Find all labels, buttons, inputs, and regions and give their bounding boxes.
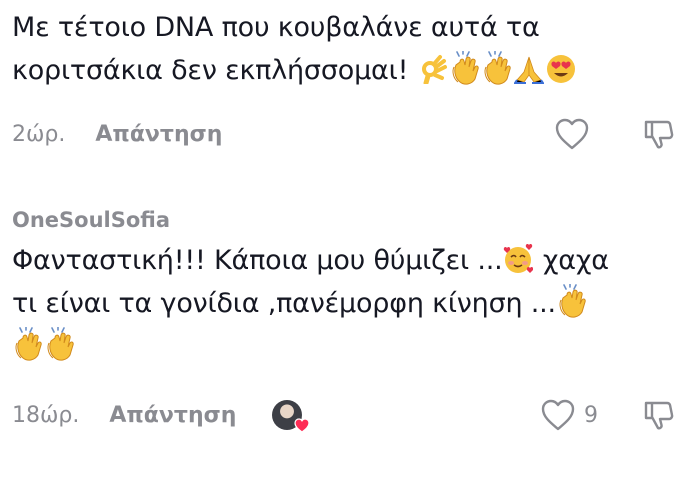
comment-1-meta: 2ώρ. Απάντηση [12,112,676,156]
comment-text-line: τι είναι τα γονίδια ,πανέμορφη κίνηση ..… [12,288,556,319]
comment-timestamp: 18ώρ. [12,402,80,428]
comment-text-line: χαχα [534,245,609,276]
clapping-hands-icon [482,51,512,85]
thumbs-down-outline-icon[interactable] [642,117,676,151]
reply-button[interactable]: Απάντηση [95,122,222,147]
like-count: 9 [584,402,598,428]
comment-text-line: κοριτσάκια δεν εκπλήσσομαι! [12,55,409,86]
heart-outline-icon[interactable] [554,117,590,151]
clapping-hands-icon [45,327,75,361]
heart-outline-icon[interactable] [540,398,576,432]
comment-text-line: Με τέτοιο DNA που κουβαλάνε αυτά τα [12,12,540,43]
thumbs-down-outline-icon[interactable] [642,398,676,432]
ok-hand-icon [418,54,448,84]
comment-text-line: Φανταστική!!! Κάποια μου θύμιζει ... [12,245,503,276]
like-group [554,117,590,151]
reply-button[interactable]: Απάντηση [109,403,236,428]
comment-timestamp: 2ώρ. [12,121,66,147]
smiling-face-with-hearts-icon [503,244,533,274]
clapping-hands-icon [557,284,587,318]
heart-eyes-icon [546,54,576,84]
comment-1: Με τέτοιο DNA που κουβαλάνε αυτά τα κορι… [12,6,676,92]
comment-2-meta: 18ώρ. Απάντηση 9 [12,393,676,437]
creator-liked-avatar [272,400,311,433]
heart-badge-icon [294,418,311,433]
clapping-hands-icon [450,51,480,85]
comment-text: Με τέτοιο DNA που κουβαλάνε αυτά τα κορι… [12,6,676,92]
comment-2: OneSoulSofia Φανταστική!!! Κάποια μου θύ… [12,205,676,368]
comment-text: Φανταστική!!! Κάποια μου θύμιζει ... χαχ… [12,239,676,368]
like-group: 9 [540,398,598,432]
folded-hands-icon [514,54,544,84]
comment-username[interactable]: OneSoulSofia [12,205,676,235]
clapping-hands-icon [13,327,43,361]
